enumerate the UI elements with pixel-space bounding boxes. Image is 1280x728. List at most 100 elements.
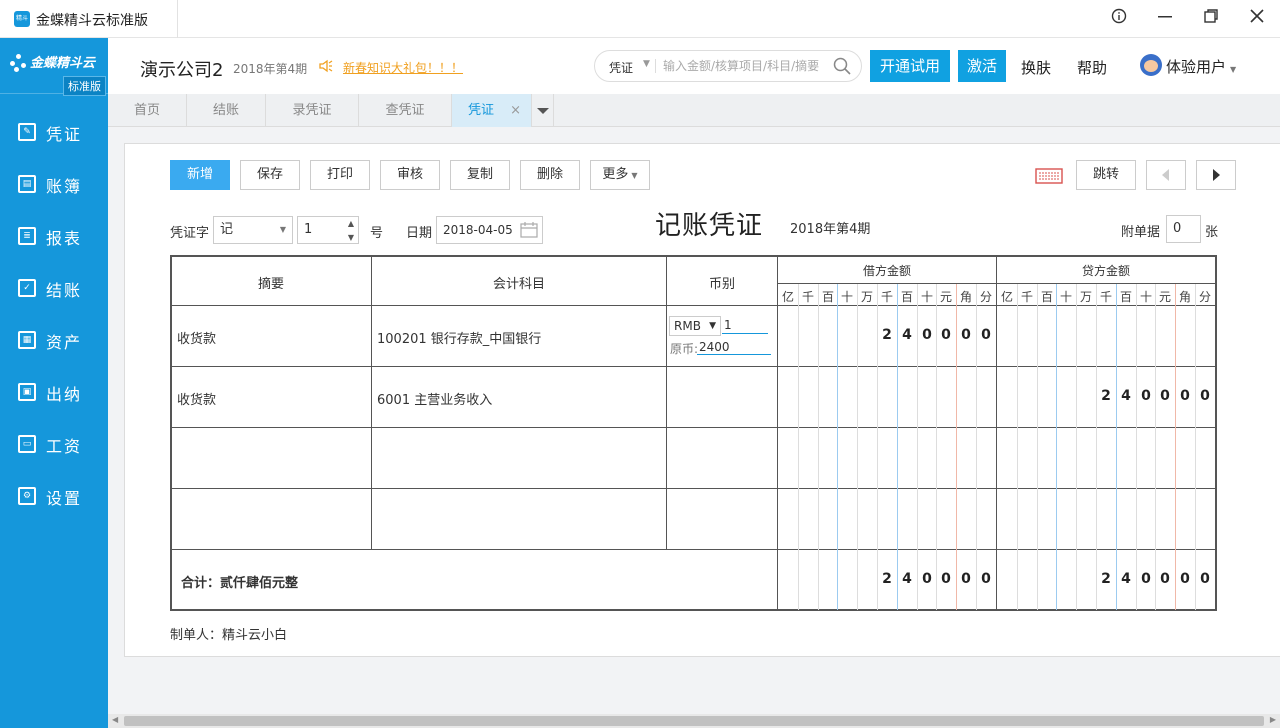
- top-bar: 演示公司2 2018年第4期 新春知识大礼包！！！ 凭证 ▼ 开通试用 激活 换…: [108, 38, 1280, 94]
- avatar[interactable]: [1140, 54, 1162, 76]
- row2-account[interactable]: 6001 主营业务收入: [377, 389, 492, 408]
- delete-button[interactable]: 删除: [520, 160, 580, 190]
- currency-select[interactable]: RMB ▼: [669, 316, 721, 336]
- next-voucher-button[interactable]: [1196, 160, 1236, 190]
- company-name[interactable]: 演示公司2: [140, 56, 223, 82]
- currency-value: RMB: [674, 319, 701, 333]
- gear-icon: ⚙: [18, 487, 36, 505]
- user-menu[interactable]: 体验用户 ▼: [1166, 56, 1236, 77]
- digit-column-line: [1155, 284, 1156, 610]
- sidebar-item-6[interactable]: ▭ 工资: [0, 419, 108, 471]
- tab-bar: 首页 结账 录凭证 查凭证 凭证 ×: [108, 94, 1280, 127]
- voucher-word-select[interactable]: 记 ▼: [213, 216, 293, 244]
- help-button[interactable]: 帮助: [1077, 57, 1107, 78]
- prev-voucher-button[interactable]: [1146, 160, 1186, 190]
- search-icon[interactable]: [833, 57, 851, 75]
- digit-column-line: [837, 284, 838, 610]
- audit-button[interactable]: 审核: [380, 160, 440, 190]
- scroll-right-icon[interactable]: ▶: [1270, 715, 1276, 724]
- chevron-down-icon[interactable]: ▼: [643, 59, 650, 69]
- close-tab-icon[interactable]: ×: [510, 94, 521, 127]
- save-button[interactable]: 保存: [240, 160, 300, 190]
- keyboard-icon[interactable]: [1035, 166, 1063, 186]
- window-title: 金蝶精斗云标准版: [36, 13, 148, 29]
- more-button[interactable]: 更多 ▼: [590, 160, 650, 190]
- digit-column-line: [818, 284, 819, 610]
- date-field[interactable]: 2018-04-05: [436, 216, 543, 244]
- number-suffix: 号: [370, 226, 384, 241]
- sidebar-item-0[interactable]: ✎ 凭证: [0, 107, 108, 159]
- print-button[interactable]: 打印: [310, 160, 370, 190]
- sidebar-item-1[interactable]: ▤ 账簿: [0, 159, 108, 211]
- chevron-down-icon: ▼: [279, 225, 286, 234]
- exchange-rate-input[interactable]: 1: [724, 318, 732, 332]
- sidebar-item-label: 账簿: [46, 177, 83, 196]
- search-type-select[interactable]: 凭证: [609, 59, 633, 76]
- tab-query-voucher[interactable]: 查凭证: [359, 94, 452, 127]
- new-button[interactable]: 新增: [170, 160, 230, 190]
- digit-column-line: [1076, 284, 1077, 610]
- orig-underline: [697, 354, 771, 355]
- tab-enter-voucher[interactable]: 录凭证: [266, 94, 359, 127]
- promo-link[interactable]: 新春知识大礼包！！！: [343, 59, 463, 76]
- row1-summary[interactable]: 收货款: [177, 328, 216, 347]
- maker-label: 制单人：: [170, 628, 223, 643]
- horizontal-scrollbar[interactable]: ◀ ▶: [108, 714, 1280, 728]
- sidebar-item-5[interactable]: ▣ 出纳: [0, 367, 108, 419]
- tab-voucher[interactable]: 凭证 ×: [452, 94, 532, 127]
- digit-column-line: [857, 284, 858, 610]
- voucher-number-stepper[interactable]: 1 ▲ ▼: [297, 216, 359, 244]
- minimize-icon[interactable]: [1153, 8, 1177, 30]
- account-header: 会计科目: [492, 277, 545, 292]
- sidebar-item-3[interactable]: ✓ 结账: [0, 263, 108, 315]
- activate-button[interactable]: 激活: [958, 50, 1006, 82]
- credit-amount-digit: 4: [1121, 388, 1131, 404]
- attachment-count-input[interactable]: 0: [1166, 215, 1201, 243]
- total-credit-digit: 0: [1160, 571, 1170, 587]
- debit-amount-digit: 0: [961, 327, 971, 343]
- tab-list-dropdown[interactable]: [532, 94, 554, 127]
- sidebar-item-7[interactable]: ⚙ 设置: [0, 471, 108, 523]
- credit-amount-digit: 0: [1141, 388, 1151, 404]
- column-divider: [371, 256, 372, 550]
- sidebar-item-4[interactable]: ▦ 资产: [0, 315, 108, 367]
- skin-button[interactable]: 换肤: [1021, 57, 1051, 78]
- trial-button[interactable]: 开通试用: [870, 50, 950, 82]
- scrollbar-thumb[interactable]: [124, 716, 1264, 726]
- calendar-icon[interactable]: [520, 221, 538, 248]
- checkout-icon: ✓: [18, 279, 36, 297]
- restore-icon[interactable]: [1199, 8, 1223, 30]
- row1-account[interactable]: 100201 银行存款_中国银行: [377, 328, 541, 347]
- debit-header: 借方金额: [862, 264, 911, 278]
- report-icon: ≣: [18, 227, 36, 245]
- row2-summary[interactable]: 收货款: [177, 389, 216, 408]
- chevron-down-icon: ▼: [709, 321, 716, 331]
- digit-column-line: [1195, 284, 1196, 610]
- voucher-word-value: 记: [220, 222, 234, 237]
- original-amount-input[interactable]: 2400: [699, 340, 730, 354]
- digit-header: 万: [860, 290, 873, 304]
- digit-column-line: [1116, 284, 1117, 610]
- search-box: 凭证 ▼: [594, 50, 862, 82]
- sidebar-item-2[interactable]: ≣ 报表: [0, 211, 108, 263]
- search-input[interactable]: [663, 56, 825, 76]
- digit-column-line: [1037, 284, 1038, 610]
- jump-button[interactable]: 跳转: [1076, 160, 1136, 190]
- digit-header: 十: [920, 290, 933, 304]
- close-icon[interactable]: [1245, 8, 1269, 30]
- credit-amount-digit: 0: [1180, 388, 1190, 404]
- scroll-left-icon[interactable]: ◀: [112, 715, 118, 724]
- digit-header: 亿: [781, 290, 794, 304]
- tab-checkout[interactable]: 结账: [187, 94, 266, 127]
- digit-column-line: [1136, 284, 1137, 610]
- copy-button[interactable]: 复制: [450, 160, 510, 190]
- info-icon[interactable]: [1107, 8, 1131, 30]
- tab-home[interactable]: 首页: [108, 94, 187, 127]
- ledger-icon: ▤: [18, 175, 36, 193]
- stepper-down-icon[interactable]: ▼: [348, 225, 354, 251]
- sidebar-item-label: 出纳: [46, 385, 83, 404]
- column-divider: [666, 256, 667, 550]
- digit-header: 分: [979, 290, 992, 304]
- total-credit-digit: 0: [1200, 571, 1210, 587]
- total-credit-digit: 0: [1180, 571, 1190, 587]
